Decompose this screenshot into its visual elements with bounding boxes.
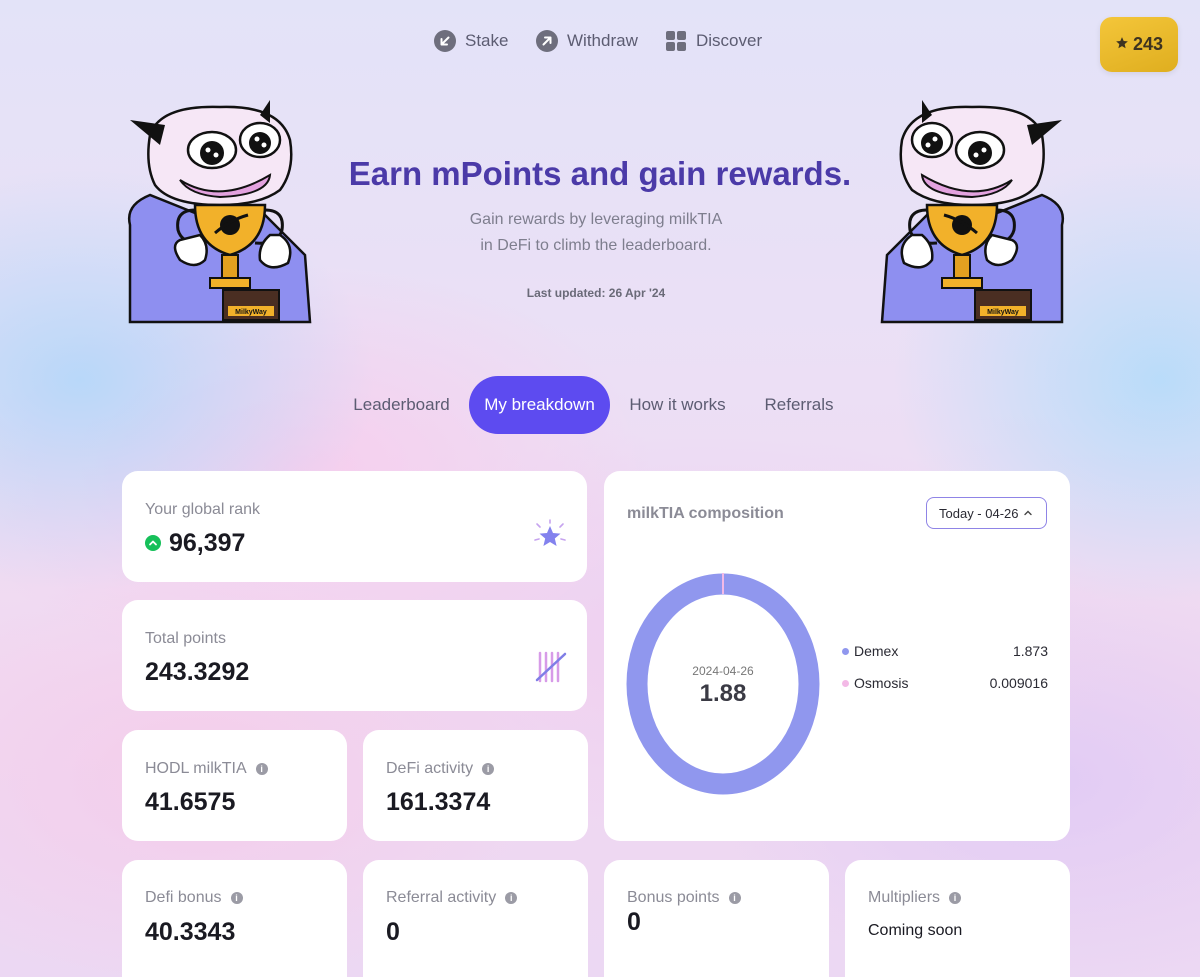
defi-bonus-card: Defi bonus i 40.3343: [122, 860, 347, 977]
composition-title: milkTIA composition: [627, 505, 784, 522]
global-rank-label: Your global rank: [145, 501, 261, 518]
referral-activity-label-row: Referral activity i: [386, 889, 518, 907]
defi-activity-card: DeFi activity i 161.3374: [363, 730, 588, 841]
star-icon: [1115, 34, 1129, 55]
nav-stake[interactable]: Stake: [434, 30, 508, 52]
points-badge[interactable]: 243: [1100, 17, 1178, 72]
hodl-card: HODL milkTIA i 41.6575: [122, 730, 347, 841]
legend-dot-demex: [842, 647, 849, 655]
tab-referrals[interactable]: Referrals: [749, 376, 849, 434]
legend-name-demex: Demex: [854, 643, 899, 659]
sparkle-star-icon: [532, 519, 568, 560]
mascot-plaque-text: MilkyWay: [235, 309, 267, 316]
total-points-value: 243.3292: [145, 658, 250, 686]
last-updated: Last updated: 26 Apr '24: [526, 286, 666, 300]
info-icon[interactable]: i: [728, 892, 741, 904]
tab-bar: Leaderboard My breakdown How it works Re…: [0, 376, 1200, 434]
defi-activity-label-row: DeFi activity i: [386, 760, 495, 778]
bonus-points-label: Bonus points: [627, 889, 720, 906]
multipliers-card: Multipliers i Coming soon: [845, 860, 1070, 977]
defi-activity-label: DeFi activity: [386, 760, 474, 777]
global-rank-card: Your global rank 96,397: [122, 471, 587, 582]
top-nav: Stake Withdraw Discover: [0, 30, 1200, 58]
tab-my-breakdown[interactable]: My breakdown: [469, 376, 610, 434]
hodl-label-row: HODL milkTIA i: [145, 760, 268, 778]
info-icon[interactable]: i: [255, 763, 268, 775]
total-points-label: Total points: [145, 630, 226, 647]
points-badge-value: 243: [1132, 34, 1164, 54]
multipliers-value: Coming soon: [868, 922, 963, 939]
legend-value-osmosis: 0.009016: [989, 675, 1048, 691]
donut-center-date: 2024-04-26: [692, 664, 754, 678]
defi-bonus-label: Defi bonus: [145, 889, 222, 906]
referral-activity-value: 0: [386, 918, 400, 946]
arrow-down-left-icon: [434, 30, 456, 52]
nav-discover-label: Discover: [696, 31, 763, 50]
info-icon[interactable]: i: [482, 763, 495, 775]
legend-row-demex: Demex 1.873: [842, 643, 1048, 659]
bonus-points-card: Bonus points i 0: [604, 860, 829, 977]
tally-icon: [532, 648, 568, 689]
nav-withdraw[interactable]: Withdraw: [536, 30, 638, 52]
global-rank-value: 96,397: [169, 529, 246, 557]
bonus-points-label-row: Bonus points i: [627, 889, 741, 907]
hodl-label: HODL milkTIA: [145, 760, 247, 777]
composition-donut: 2024-04-26 1.88: [626, 573, 820, 795]
defi-activity-value: 161.3374: [386, 788, 491, 816]
date-select[interactable]: Today - 04-26: [926, 497, 1047, 529]
bonus-points-value: 0: [627, 908, 641, 936]
hero-subtitle-line2: in DeFi to climb the leaderboard.: [480, 237, 712, 254]
info-icon[interactable]: i: [949, 892, 962, 904]
info-icon[interactable]: i: [230, 892, 243, 904]
referral-activity-label: Referral activity: [386, 889, 497, 906]
legend-dot-osmosis: [842, 679, 849, 687]
grid-icon: [665, 30, 687, 52]
legend-row-osmosis: Osmosis 0.009016: [842, 675, 1048, 691]
info-icon[interactable]: i: [505, 892, 518, 904]
hero-title: Earn mPoints and gain rewards.: [348, 155, 852, 192]
tab-how-it-works[interactable]: How it works: [619, 376, 736, 434]
tab-leaderboard[interactable]: Leaderboard: [343, 376, 460, 434]
defi-bonus-value: 40.3343: [145, 918, 236, 946]
donut-center-value: 1.88: [700, 680, 747, 707]
defi-bonus-label-row: Defi bonus i: [145, 889, 243, 907]
mascot-plaque-text-right: MilkyWay: [987, 309, 1019, 316]
multipliers-label-row: Multipliers i: [868, 889, 962, 907]
global-rank-value-row: 96,397: [145, 529, 245, 558]
chevron-up-icon: [1023, 506, 1033, 521]
total-points-card: Total points 243.3292: [122, 600, 587, 711]
composition-card: milkTIA composition Today - 04-26 2024-0…: [604, 471, 1070, 841]
legend-name-osmosis: Osmosis: [854, 675, 909, 691]
hero-subtitle: Gain rewards by leveraging milkTIA in De…: [396, 207, 796, 259]
nav-withdraw-label: Withdraw: [567, 31, 638, 50]
nav-stake-label: Stake: [465, 31, 509, 50]
date-select-value: Today - 04-26: [939, 505, 1019, 521]
legend-value-demex: 1.873: [1012, 643, 1048, 659]
arrow-up-right-icon: [536, 30, 558, 52]
referral-activity-card: Referral activity i 0: [363, 860, 588, 977]
multipliers-label: Multipliers: [868, 889, 941, 906]
nav-discover[interactable]: Discover: [665, 30, 762, 52]
hero-subtitle-line1: Gain rewards by leveraging milkTIA: [469, 211, 723, 228]
hodl-value: 41.6575: [145, 788, 236, 816]
rank-up-icon: [145, 529, 161, 558]
